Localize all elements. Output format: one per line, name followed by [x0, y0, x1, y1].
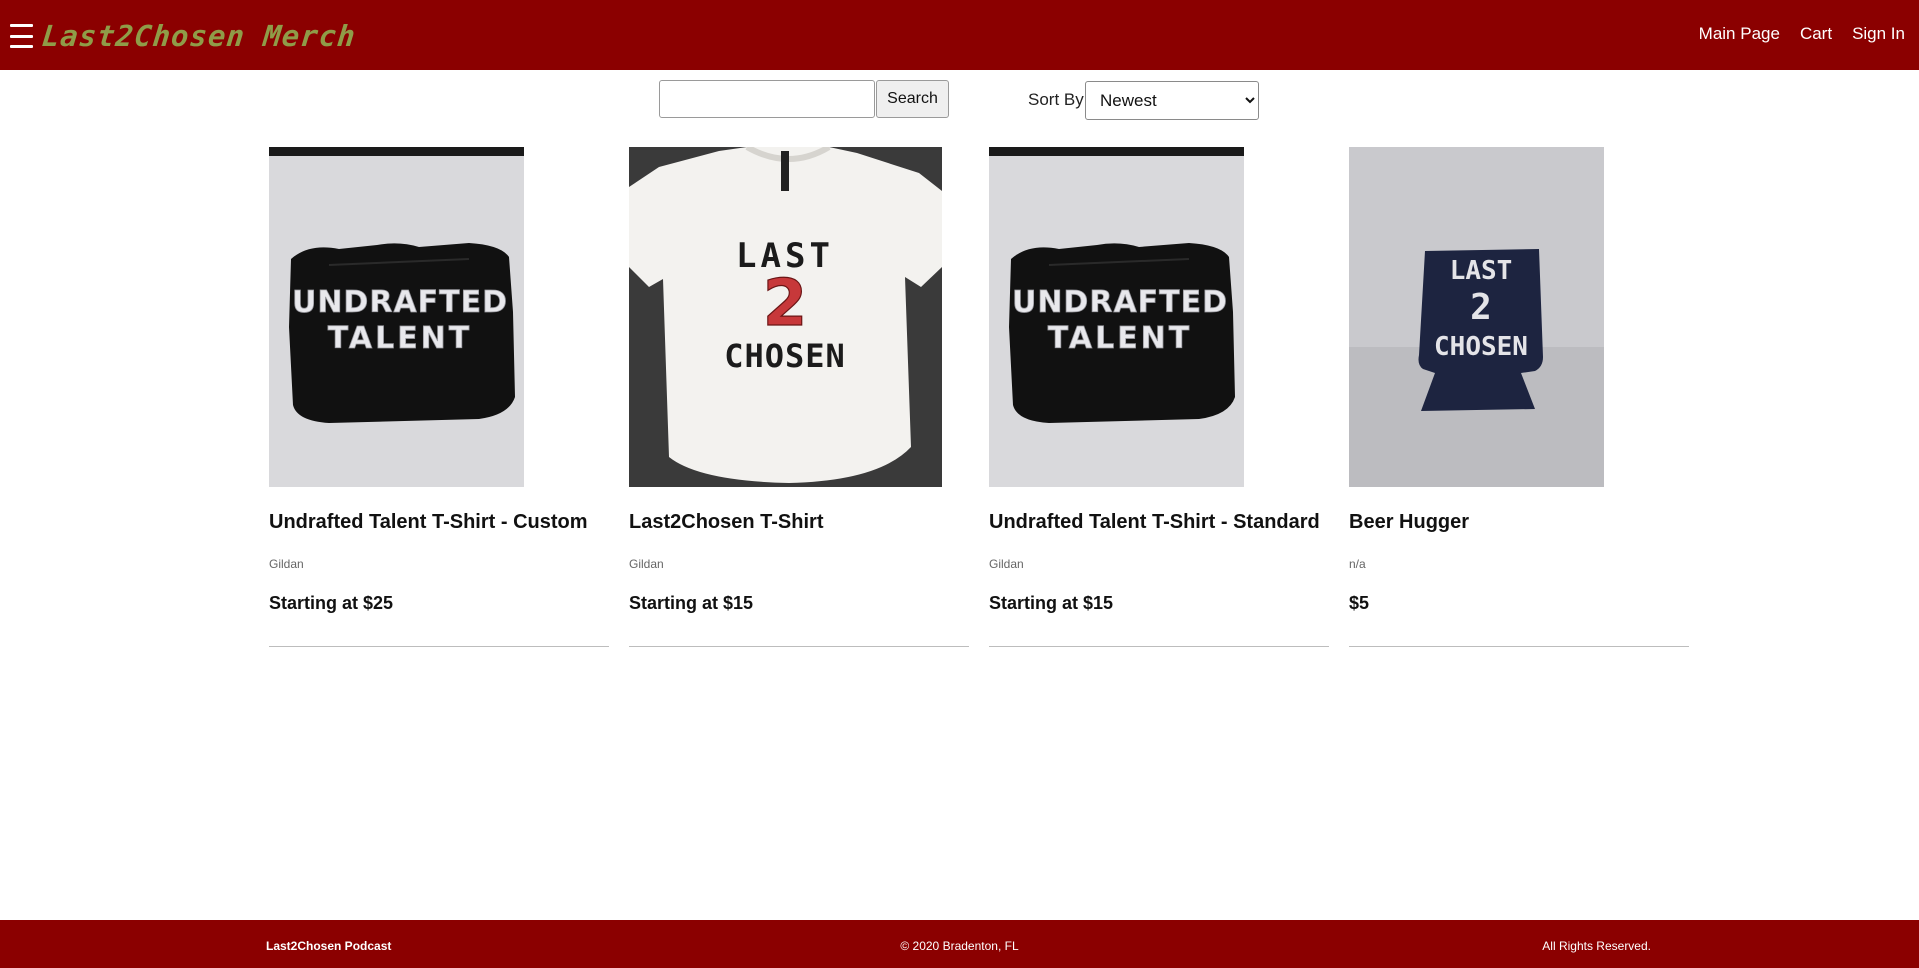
search-input[interactable]: [659, 80, 875, 118]
product-image[interactable]: UNDRAFTED TALENT: [269, 147, 524, 487]
product-card[interactable]: UNDRAFTED TALENT Undrafted Talent T-Shir…: [269, 147, 609, 647]
product-brand: Gildan: [989, 557, 1024, 571]
product-card[interactable]: UNDRAFTED TALENT Undrafted Talent T-Shir…: [989, 147, 1329, 647]
nav-sign-in-link[interactable]: Sign In: [1852, 23, 1905, 45]
product-brand: Gildan: [629, 557, 664, 571]
product-divider: [629, 646, 969, 647]
search-button[interactable]: Search: [876, 80, 949, 118]
site-brand-logo[interactable]: Last2Chosen Merch: [40, 19, 357, 53]
shirt-print-line2: TALENT: [1048, 321, 1193, 356]
footer-rights: All Rights Reserved.: [1542, 939, 1651, 953]
product-divider: [1349, 646, 1689, 647]
product-card[interactable]: LAST 2 CHOSEN Last2Chosen T-Shirt Gildan…: [629, 147, 969, 647]
product-brand: n/a: [1349, 557, 1366, 571]
shirt-print-line1: UNDRAFTED: [1012, 285, 1228, 320]
koozie-print-line2: CHOSEN: [1434, 332, 1528, 362]
top-navbar: Last2Chosen Merch Main Page Cart Sign In: [0, 0, 1919, 70]
shirt-print-line2: CHOSEN: [724, 337, 846, 375]
shirt-print-line2: TALENT: [328, 321, 473, 356]
product-brand: Gildan: [269, 557, 304, 571]
product-name[interactable]: Undrafted Talent T-Shirt - Custom: [269, 511, 588, 534]
product-image[interactable]: LAST 2 CHOSEN: [1349, 147, 1604, 487]
koozie-print-number: 2: [1470, 287, 1492, 328]
hamburger-menu-icon[interactable]: [10, 24, 33, 48]
product-name[interactable]: Undrafted Talent T-Shirt - Standard: [989, 511, 1320, 534]
product-image[interactable]: LAST 2 CHOSEN: [629, 147, 942, 487]
main-nav: Main Page Cart Sign In: [1699, 23, 1905, 45]
product-divider: [269, 646, 609, 647]
shirt-print-number: 2: [763, 267, 808, 341]
product-price: Starting at $15: [989, 593, 1114, 613]
site-footer: Last2Chosen Podcast © 2020 Bradenton, FL…: [0, 920, 1919, 968]
product-name[interactable]: Beer Hugger: [1349, 511, 1469, 534]
product-price: Starting at $25: [269, 593, 394, 613]
product-price: $5: [1349, 593, 1370, 613]
nav-main-page-link[interactable]: Main Page: [1699, 23, 1780, 45]
product-image[interactable]: UNDRAFTED TALENT: [989, 147, 1244, 487]
product-card[interactable]: LAST 2 CHOSEN Beer Hugger n/a $5: [1349, 147, 1689, 647]
shirt-print-line1: UNDRAFTED: [292, 285, 508, 320]
nav-cart-link[interactable]: Cart: [1800, 23, 1832, 45]
sort-select[interactable]: Newest: [1085, 81, 1259, 120]
sort-by-label: Sort By: [1028, 90, 1084, 109]
product-price: Starting at $15: [629, 593, 754, 613]
product-name[interactable]: Last2Chosen T-Shirt: [629, 511, 823, 534]
koozie-print-line1: LAST: [1450, 256, 1513, 286]
product-divider: [989, 646, 1329, 647]
